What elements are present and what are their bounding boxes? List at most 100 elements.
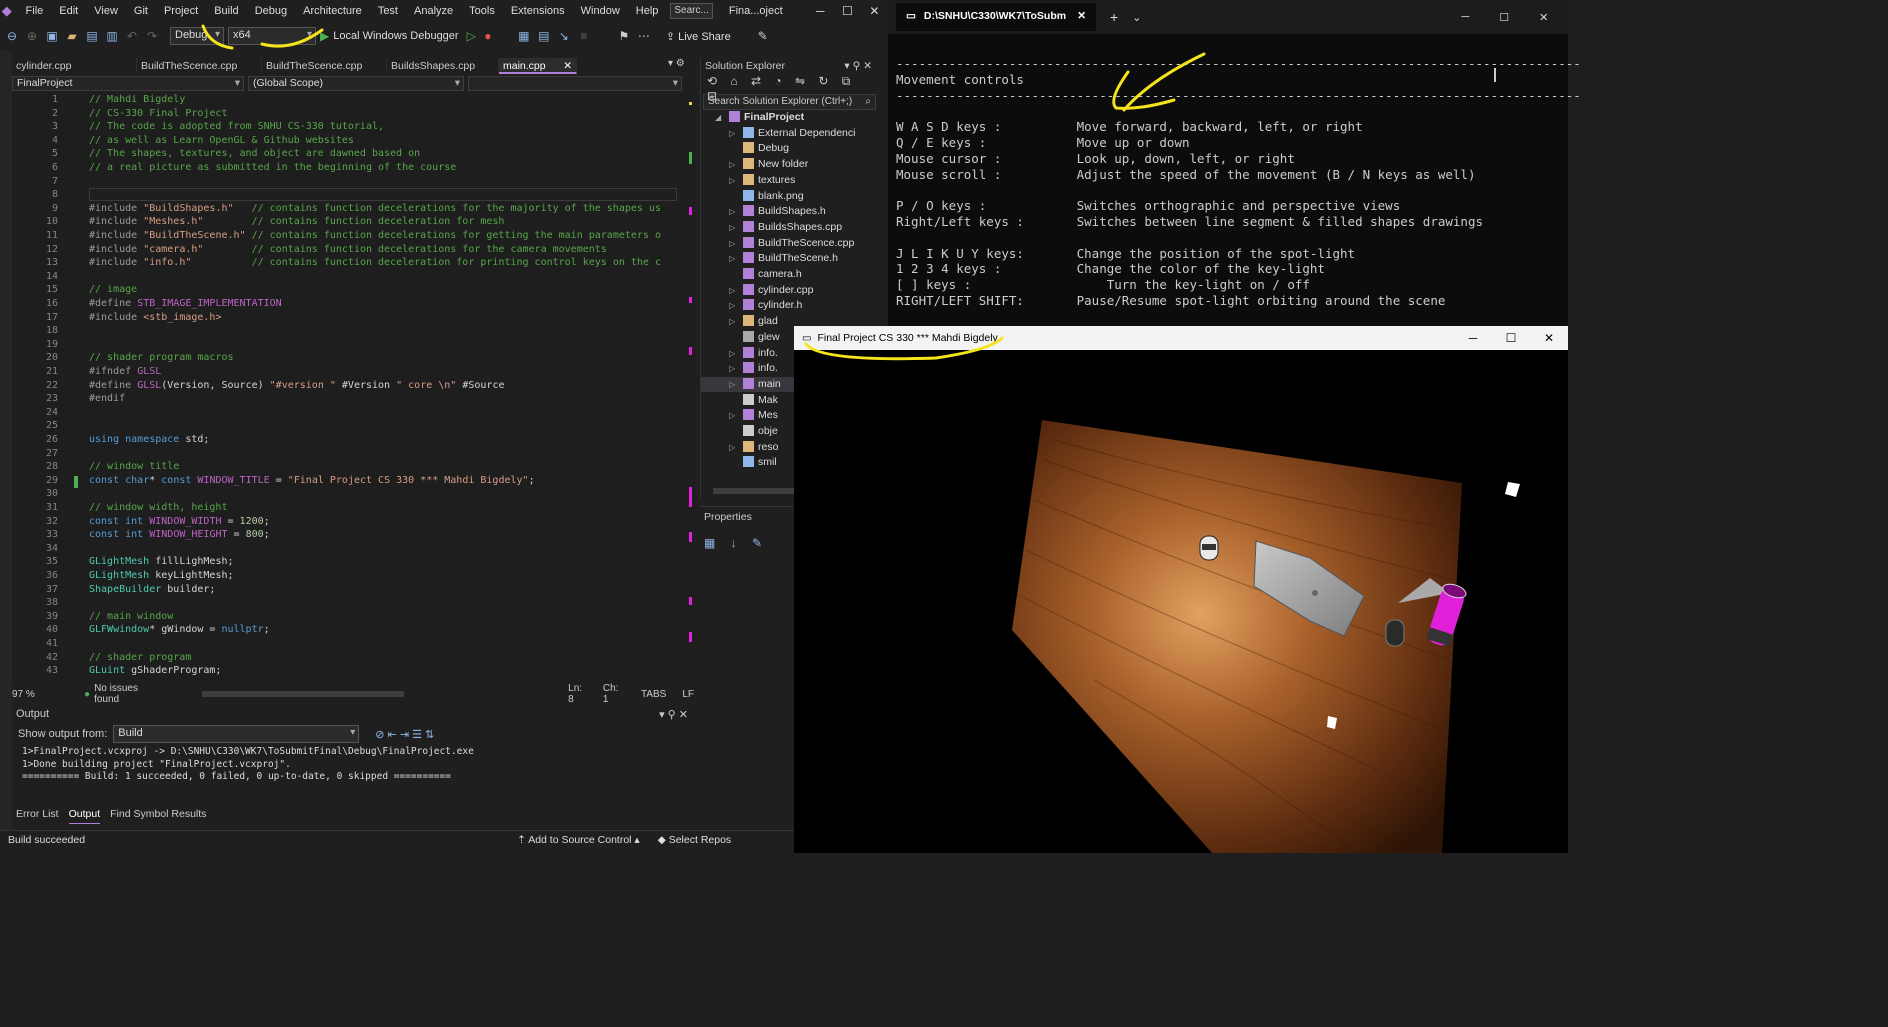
expand-arrow-icon[interactable]: ◢ (715, 110, 729, 125)
terminal-maximize-icon[interactable]: ☐ (1499, 11, 1509, 24)
bookmark-icon[interactable]: ⚑ (616, 29, 632, 43)
expand-arrow-icon[interactable]: ▷ (729, 314, 743, 329)
expand-arrow-icon[interactable]: ▷ (729, 283, 743, 298)
tab-buildthescence-cpp-2[interactable]: BuildTheScence.cpp (262, 58, 387, 74)
local-debugger-button[interactable]: Local Windows Debugger (333, 30, 458, 42)
code-line[interactable]: ShapeBuilder builder; (89, 584, 215, 595)
menu-extensions[interactable]: Extensions (503, 0, 573, 22)
code-line[interactable]: // window width, height (89, 502, 227, 513)
toolbar-ext-icon[interactable]: ⋯ (636, 29, 652, 43)
code-line[interactable]: const char* const WINDOW_TITLE = "Final … (89, 475, 535, 486)
menu-help[interactable]: Help (628, 0, 667, 22)
code-line[interactable]: #include "Meshes.h" // contains function… (89, 216, 504, 227)
code-line[interactable]: // a real picture as submitted in the be… (89, 162, 456, 173)
menu-view[interactable]: View (86, 0, 126, 22)
code-line[interactable]: // The code is adopted from SNHU CS-330 … (89, 121, 384, 132)
tab-buildthescence-cpp[interactable]: BuildTheScence.cpp (137, 58, 262, 74)
new-tab-icon[interactable]: + (1110, 9, 1118, 25)
code-line[interactable]: #endif (89, 393, 125, 404)
solution-item[interactable]: blank.png (743, 189, 804, 204)
solution-item[interactable]: ▷ cylinder.cpp (729, 283, 813, 298)
select-repository-button[interactable]: ◆ Select Repos (658, 834, 731, 846)
menu-architecture[interactable]: Architecture (295, 0, 370, 22)
search-input[interactable]: Searc... (670, 3, 713, 19)
code-line[interactable]: #include "camera.h" // contains function… (89, 244, 607, 255)
solution-item[interactable]: smil (743, 455, 777, 470)
forward-icon[interactable]: ⊕ (24, 29, 40, 43)
expand-arrow-icon[interactable]: ▷ (729, 204, 743, 219)
start-debugging-icon[interactable]: ▶ (320, 29, 329, 43)
expand-arrow-icon[interactable]: ▷ (729, 236, 743, 251)
solution-item[interactable]: ▷ glad (729, 314, 778, 329)
tab-error-list[interactable]: Error List (16, 808, 59, 824)
tab-list-icon[interactable]: ▾ ⚙ (668, 58, 685, 69)
code-line[interactable]: #include "BuildTheScene.h" // contains f… (89, 230, 661, 241)
menu-git[interactable]: Git (126, 0, 156, 22)
tab-buildsshapes-cpp[interactable]: BuildsShapes.cpp (387, 58, 499, 74)
configuration-select[interactable]: Debug (170, 27, 224, 45)
toolbar-align-icon[interactable]: ≡ (576, 29, 592, 43)
code-line[interactable]: GLuint gShaderProgram; (89, 665, 221, 676)
save-icon[interactable]: ▤ (84, 29, 100, 43)
close-terminal-tab-icon[interactable]: ✕ (1077, 10, 1086, 24)
member-dropdown[interactable] (468, 76, 682, 91)
toolbar-misc-icon[interactable]: ▦ (516, 29, 532, 43)
menu-edit[interactable]: Edit (51, 0, 86, 22)
new-project-icon[interactable]: ▣ (44, 29, 60, 43)
tab-find-symbol-results[interactable]: Find Symbol Results (110, 808, 206, 824)
code-line[interactable]: #include <stb_image.h> (89, 312, 221, 323)
panel-controls-icon[interactable]: ▾ ⚲ ✕ (659, 708, 688, 724)
menu-window[interactable]: Window (573, 0, 628, 22)
menu-build[interactable]: Build (206, 0, 246, 22)
feedback-icon[interactable]: ✎ (755, 29, 771, 43)
minimize-icon[interactable]: ─ (807, 4, 834, 18)
expand-arrow-icon[interactable]: ▷ (729, 157, 743, 172)
tab-dropdown-icon[interactable]: ⌄ (1132, 11, 1141, 24)
menu-analyze[interactable]: Analyze (406, 0, 461, 22)
expand-arrow-icon[interactable]: ▷ (729, 126, 743, 141)
toolbox-strip[interactable] (0, 50, 12, 830)
close-tab-icon[interactable]: ✕ (563, 58, 572, 72)
solution-item[interactable]: ▷ External Dependenci (729, 126, 855, 141)
back-icon[interactable]: ⊖ (4, 29, 20, 43)
game-close-icon[interactable]: ✕ (1530, 331, 1568, 345)
scope-dropdown[interactable]: (Global Scope) (248, 76, 464, 91)
project-dropdown[interactable]: FinalProject (12, 76, 244, 91)
code-line[interactable]: // shader program (89, 652, 191, 663)
tab-output[interactable]: Output (68, 808, 101, 824)
solution-item[interactable]: ▷ BuildShapes.h (729, 204, 826, 219)
code-line[interactable]: // as well as Learn OpenGL & Github webs… (89, 135, 354, 146)
code-line[interactable]: // main window (89, 611, 173, 622)
close-icon[interactable]: ✕ (861, 4, 888, 18)
expand-arrow-icon[interactable]: ▷ (729, 346, 743, 361)
live-share-button[interactable]: ⇪ Live Share (666, 30, 731, 43)
zoom-level[interactable]: 97 % (12, 689, 54, 700)
code-line[interactable]: GLightMesh keyLightMesh; (89, 570, 234, 581)
solution-item[interactable]: ▷ BuildsShapes.cpp (729, 220, 842, 235)
line-ending[interactable]: LF (682, 689, 694, 700)
solution-item[interactable]: Mak (743, 393, 778, 408)
start-without-debugging-icon[interactable]: ▷ (467, 29, 476, 43)
code-line[interactable]: #include "info.h" // contains function d… (89, 257, 661, 268)
expand-arrow-icon[interactable]: ▷ (729, 408, 743, 423)
open-folder-icon[interactable]: ▰ (64, 29, 80, 43)
platform-select[interactable]: x64 (228, 27, 316, 45)
code-line[interactable]: // image (89, 284, 137, 295)
game-maximize-icon[interactable]: ☐ (1492, 331, 1530, 345)
hot-reload-icon[interactable]: ● (480, 29, 496, 43)
code-line[interactable]: // window title (89, 461, 179, 472)
code-line[interactable]: #include "BuildShapes.h" // contains fun… (89, 203, 661, 214)
code-line[interactable]: using namespace std; (89, 434, 209, 445)
solution-item[interactable]: ▷ textures (729, 173, 795, 188)
issues-status[interactable]: No issues found (94, 683, 154, 705)
code-line[interactable]: const int WINDOW_HEIGHT = 800; (89, 529, 270, 540)
solution-item[interactable]: ▷ BuildTheScene.h (729, 251, 838, 266)
solution-item[interactable]: Debug (743, 141, 789, 156)
solution-item[interactable]: ▷ Mes (729, 408, 778, 423)
menu-file[interactable]: File (18, 0, 52, 22)
solution-item[interactable]: ▷ BuildTheScence.cpp (729, 236, 854, 251)
expand-arrow-icon[interactable]: ▷ (729, 361, 743, 376)
editor-scrollbar[interactable] (680, 92, 694, 684)
solution-item[interactable]: ▷ info. (729, 361, 778, 376)
code-line[interactable]: // shader program macros (89, 352, 234, 363)
